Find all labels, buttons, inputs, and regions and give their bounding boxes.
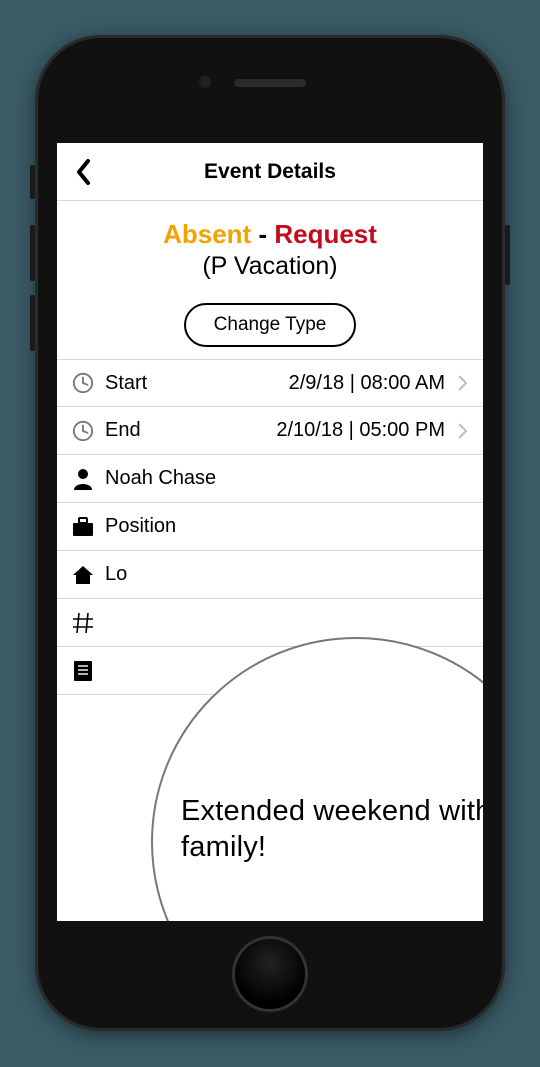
chevron-left-icon xyxy=(76,159,92,185)
power-button xyxy=(505,225,510,285)
clock-icon xyxy=(67,372,99,394)
row-person-label: Noah Chase xyxy=(105,467,216,490)
home-button[interactable] xyxy=(235,939,305,1009)
notes-icon xyxy=(67,660,99,682)
mute-switch xyxy=(30,165,35,199)
event-headline: Absent - Request (P Vacation) xyxy=(57,201,483,289)
row-location-label: Lo xyxy=(105,563,127,586)
detail-rows: Start 2/9/18 | 08:00 AM End 2/10/18 | 05… xyxy=(57,359,483,695)
status-absent: Absent xyxy=(163,219,251,249)
chevron-right-icon xyxy=(457,422,467,440)
screen: Event Details Absent - Request (P Vacati… xyxy=(57,143,483,921)
navbar: Event Details xyxy=(57,143,483,201)
row-notes xyxy=(57,647,483,695)
headline-main: Absent - Request xyxy=(57,219,483,250)
row-start-label: Start xyxy=(105,372,147,395)
hash-icon xyxy=(67,613,99,633)
back-button[interactable] xyxy=(67,155,101,189)
headline-subtitle: (P Vacation) xyxy=(57,252,483,281)
home-icon xyxy=(67,565,99,585)
status-request: Request xyxy=(274,219,377,249)
status-sep: - xyxy=(258,219,267,249)
briefcase-icon xyxy=(67,517,99,537)
change-type-button[interactable]: Change Type xyxy=(184,303,357,347)
row-end-value: 2/10/18 | 05:00 PM xyxy=(276,419,445,442)
phone-camera xyxy=(198,75,212,89)
clock-icon xyxy=(67,420,99,442)
row-position-label: Position xyxy=(105,515,176,538)
row-end[interactable]: End 2/10/18 | 05:00 PM xyxy=(57,407,483,455)
row-end-label: End xyxy=(105,419,141,442)
phone-frame: Event Details Absent - Request (P Vacati… xyxy=(35,35,505,1031)
volume-down-btn xyxy=(30,295,35,351)
phone-speaker xyxy=(234,79,306,87)
volume-up-btn xyxy=(30,225,35,281)
chevron-right-icon xyxy=(457,374,467,392)
person-icon xyxy=(67,468,99,490)
note-text: Extended weekend with the family! xyxy=(181,793,483,866)
navbar-title: Event Details xyxy=(204,160,336,184)
row-number xyxy=(57,599,483,647)
row-position: Position xyxy=(57,503,483,551)
row-start[interactable]: Start 2/9/18 | 08:00 AM xyxy=(57,359,483,407)
row-start-value: 2/9/18 | 08:00 AM xyxy=(289,372,445,395)
row-location: Lo xyxy=(57,551,483,599)
row-person: Noah Chase xyxy=(57,455,483,503)
